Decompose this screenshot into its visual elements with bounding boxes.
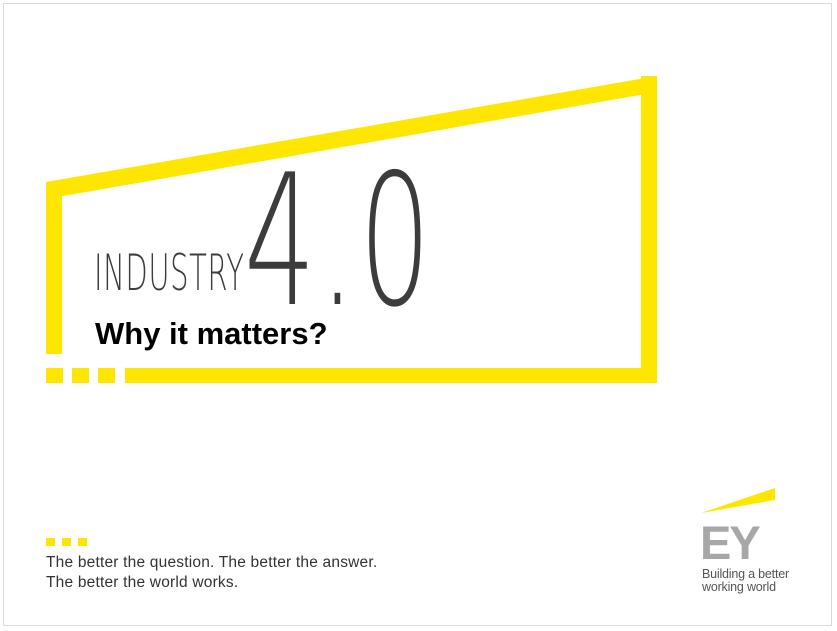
footer-tagline: The better the question. The better the …: [46, 553, 377, 593]
slide-subtitle: Why it matters?: [95, 316, 328, 351]
footer-tagline-line-1: The better the question. The better the …: [46, 554, 378, 571]
title-word: INDUSTRY: [94, 244, 245, 302]
logo-beam-icon: [701, 488, 775, 513]
frame-right-post: [641, 76, 657, 383]
title-number: 4.0: [244, 135, 435, 347]
footer-dash-2: [62, 538, 71, 546]
logo-tagline: Building a better working world: [702, 568, 789, 594]
frame-left-post: [46, 182, 62, 354]
ey-logo: EY: [700, 516, 761, 569]
frame-dash-3: [98, 368, 115, 383]
logo-tagline-line-2: working world: [702, 580, 776, 594]
frame-dash-2: [72, 368, 89, 383]
footer-tagline-line-2: The better the world works.: [46, 574, 239, 591]
footer-dash-3: [78, 538, 87, 546]
frame-bottom-beam: [125, 368, 657, 383]
footer-dash-1: [46, 538, 55, 546]
frame-dash-1: [46, 368, 63, 383]
